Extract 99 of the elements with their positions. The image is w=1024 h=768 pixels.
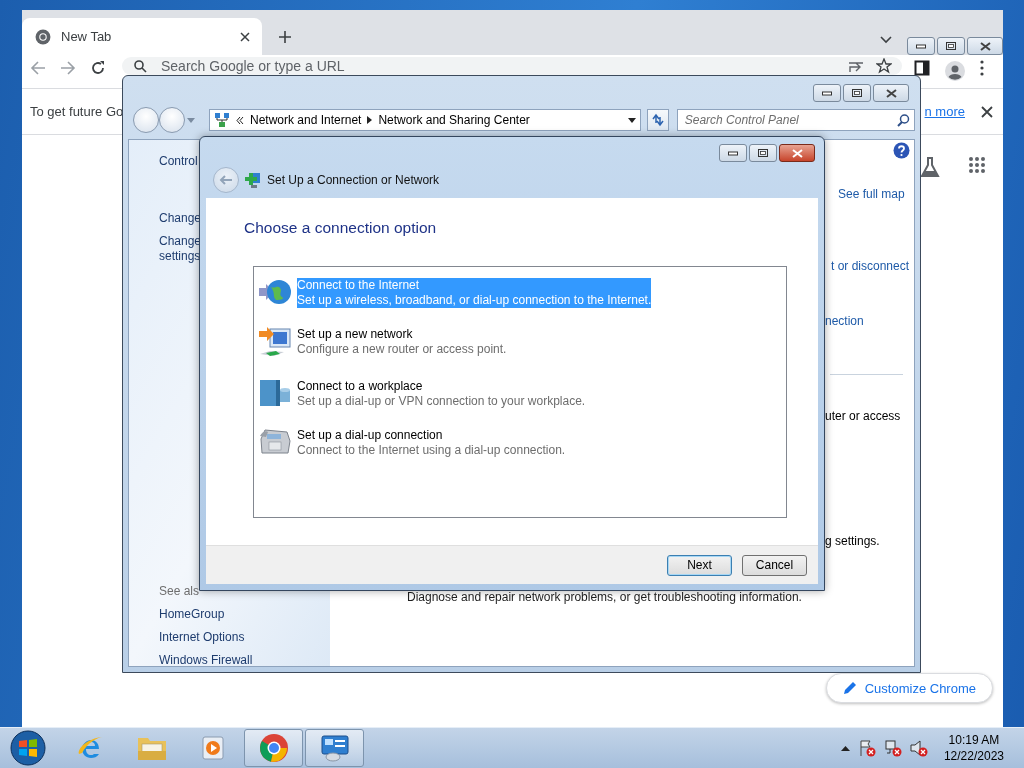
refresh-icon [650, 113, 665, 127]
chevron-icon [236, 116, 244, 124]
connection-option[interactable]: Set up a new network Configure a new router or access point. [297, 327, 507, 357]
option-description: Set up a wireless, broadband, or dial-up connection to the Internet. [297, 293, 652, 308]
back-arrow-icon [30, 60, 46, 76]
pencil-icon [842, 681, 857, 695]
plus-icon [278, 30, 292, 44]
office-building-icon [258, 378, 292, 408]
share-icon[interactable] [848, 59, 864, 73]
dropdown-arrow-icon[interactable] [627, 117, 636, 123]
option-title: Connect to a workplace [297, 379, 423, 394]
breadcrumb-item[interactable]: Network and Sharing Center [378, 113, 530, 127]
clock-time: 10:19 AM [948, 732, 1000, 748]
breadcrumb-arrow-icon[interactable] [367, 116, 373, 124]
address-bar[interactable]: Network and Internet Network and Sharing Center [209, 109, 641, 131]
minimize-icon [916, 43, 926, 49]
customize-chrome-button[interactable]: Customize Chrome [825, 673, 993, 703]
learn-more-link[interactable]: n more [924, 104, 965, 119]
menu-button[interactable] [978, 58, 986, 78]
see-also-link[interactable]: Internet Options [159, 630, 245, 645]
side-panel-button[interactable] [912, 58, 932, 78]
network-error-icon[interactable] [883, 739, 902, 757]
windows-logo-icon [9, 729, 47, 767]
close-button[interactable] [779, 144, 815, 162]
side-panel-icon [914, 60, 930, 76]
telephone-icon [258, 427, 292, 457]
profile-button[interactable] [942, 58, 968, 84]
see-also-heading: See als [159, 584, 201, 599]
connection-option[interactable]: Set up a dial-up connection Connect to the Internet using a dial-up connection. [297, 428, 566, 458]
connection-option[interactable]: Connect to a workplace Set up a dial-up or VPN connection to your workplace. [297, 379, 586, 409]
star-icon[interactable] [876, 58, 892, 74]
tab-search-button[interactable] [878, 34, 894, 46]
show-hidden-icons-icon[interactable] [840, 745, 850, 751]
close-icon [979, 41, 991, 51]
taskbar-app-button[interactable] [244, 729, 303, 767]
taskbar-app-button[interactable] [305, 729, 364, 767]
forward-arrow-icon [60, 60, 76, 76]
search-field[interactable]: Search Control Panel [684, 112, 891, 128]
network-plus-icon [245, 171, 261, 189]
globe-icon [258, 277, 292, 307]
refresh-button[interactable] [646, 109, 669, 131]
option-description: Connect to the Internet using a dial-up connection. [297, 443, 566, 458]
control-panel-icon [319, 734, 350, 762]
back-arrow-icon [219, 175, 233, 185]
flask-icon[interactable] [920, 156, 940, 178]
close-icon [885, 88, 897, 98]
chrome-logo-icon [258, 733, 289, 763]
restore-icon [758, 149, 768, 157]
see-also-link[interactable]: Windows Firewall [159, 653, 253, 668]
option-title: Set up a new network [297, 327, 413, 342]
close-icon[interactable] [981, 105, 993, 118]
close-icon[interactable] [240, 31, 250, 42]
chevron-down-icon [880, 36, 892, 44]
dialog-heading: Choose a connection option [244, 219, 438, 237]
close-button[interactable] [967, 37, 1003, 55]
task-link[interactable]: t or disconnect [831, 259, 910, 274]
description-text: Diagnose and repair network problems, or get troubleshooting information. [407, 590, 803, 605]
task-link[interactable]: See full map [838, 187, 905, 202]
start-button[interactable] [9, 729, 47, 767]
apps-grid-icon[interactable] [968, 156, 986, 174]
maximize-button[interactable] [749, 144, 777, 162]
description-text: uter or access [825, 409, 901, 424]
chrome-logo-icon [35, 28, 51, 45]
new-tab-button[interactable] [276, 28, 294, 46]
maximize-button[interactable] [937, 37, 965, 55]
speaker-muted-icon[interactable] [909, 739, 928, 757]
avatar-icon [944, 60, 966, 82]
option-description: Set up a dial-up or VPN connection to your workplace. [297, 394, 586, 409]
clock-date: 12/22/2023 [943, 748, 1004, 764]
dialog-button[interactable]: Next [667, 554, 732, 576]
network-icon [214, 112, 230, 128]
close-button[interactable] [873, 84, 909, 102]
browser-tab[interactable]: New Tab [22, 18, 262, 55]
restore-icon [946, 42, 956, 50]
description-text: g settings. [825, 534, 880, 549]
close-icon [791, 148, 803, 158]
option-title: Set up a dial-up connection [297, 428, 443, 443]
maximize-button[interactable] [843, 84, 871, 102]
help-icon[interactable] [893, 142, 910, 159]
see-also-link[interactable]: HomeGroup [159, 607, 225, 622]
flag-error-icon[interactable] [857, 739, 876, 757]
minimize-icon [728, 150, 738, 156]
option-description: Configure a new router or access point. [297, 342, 507, 357]
back-button[interactable] [133, 107, 159, 133]
clock[interactable]: 10:19 AM 12/22/2023 [943, 732, 1004, 764]
option-title: Connect to the Internet [297, 278, 420, 293]
tab-title: New Tab [61, 29, 113, 44]
breadcrumb-item[interactable]: Network and Internet [250, 113, 362, 127]
search-icon [897, 113, 910, 127]
task-link[interactable]: nection [825, 314, 864, 329]
dialog-button[interactable]: Cancel [742, 554, 807, 576]
menu-icon [980, 60, 984, 76]
dialog-title: Set Up a Connection or Network [267, 173, 440, 187]
search-box[interactable]: Search Control Panel [676, 109, 915, 131]
restore-icon [852, 89, 862, 97]
reload-icon [90, 60, 106, 76]
minimize-icon [822, 90, 832, 96]
forward-button[interactable] [159, 107, 185, 133]
search-icon [134, 59, 147, 73]
